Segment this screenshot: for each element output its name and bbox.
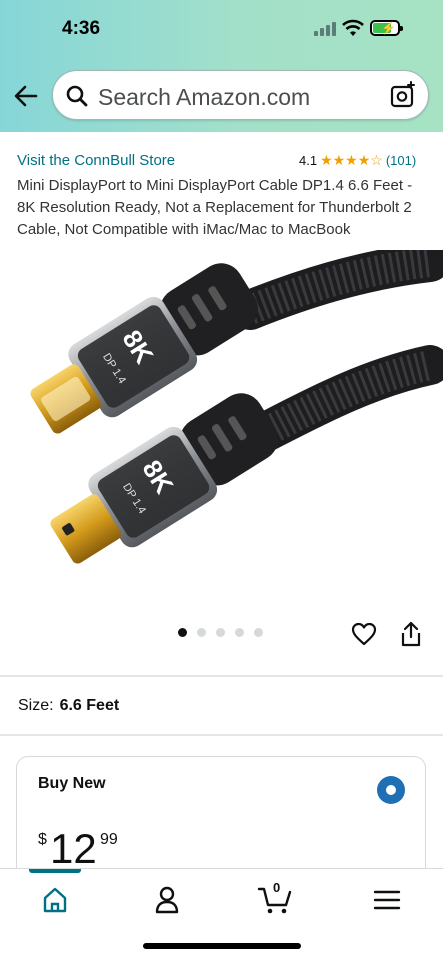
- battery-icon: ⚡: [370, 20, 403, 36]
- size-value: 6.6 Feet: [59, 697, 120, 714]
- search-icon: [66, 85, 88, 107]
- store-link[interactable]: Visit the ConnBull Store: [17, 152, 175, 169]
- wifi-icon: [342, 19, 364, 36]
- menu-icon[interactable]: [369, 883, 405, 917]
- carousel-dot[interactable]: [235, 628, 244, 637]
- rating-count[interactable]: (101): [386, 153, 416, 168]
- price-fraction: 99: [100, 831, 118, 848]
- carousel-dot[interactable]: [216, 628, 225, 637]
- share-icon[interactable]: [400, 621, 422, 647]
- camera-scan-icon[interactable]: [389, 81, 417, 109]
- status-time: 4:36: [62, 18, 101, 39]
- search-input[interactable]: Search Amazon.com: [98, 84, 310, 111]
- buy-new-label: Buy New: [38, 775, 106, 792]
- size-selector[interactable]: Size: 6.6 Feet: [18, 697, 119, 715]
- carousel-dot[interactable]: [197, 628, 206, 637]
- heart-icon[interactable]: [351, 622, 377, 646]
- divider: [0, 734, 443, 736]
- carousel-dot[interactable]: [178, 628, 187, 637]
- cart-count-badge: 0: [273, 880, 281, 895]
- home-indicator: [143, 943, 301, 949]
- image-carousel-dots[interactable]: [178, 628, 263, 637]
- home-icon[interactable]: [37, 883, 73, 917]
- rating-stars: ★★★★☆: [320, 152, 383, 168]
- search-bar[interactable]: Search Amazon.com: [52, 70, 429, 120]
- size-label: Size:: [18, 697, 54, 714]
- product-image[interactable]: 8K DP 1.4 8K DP 1.4: [0, 250, 443, 610]
- carousel-dot[interactable]: [254, 628, 263, 637]
- account-icon[interactable]: [149, 883, 185, 917]
- cellular-signal-icon: [314, 22, 336, 36]
- status-bar: 4:36 ⚡: [0, 0, 443, 60]
- buy-new-radio[interactable]: [377, 776, 405, 804]
- rating-value: 4.1: [299, 153, 318, 168]
- divider: [0, 675, 443, 677]
- app-header: 4:36 ⚡ Search Amazon.com: [0, 0, 443, 132]
- price-symbol: $: [38, 831, 47, 848]
- active-tab-indicator: [29, 869, 81, 873]
- back-arrow-icon[interactable]: [12, 82, 40, 110]
- product-title: Mini DisplayPort to Mini DisplayPort Cab…: [17, 177, 413, 238]
- product-rating[interactable]: 4.1 ★★★★☆ (101): [299, 152, 416, 169]
- price-whole: 12: [50, 825, 97, 872]
